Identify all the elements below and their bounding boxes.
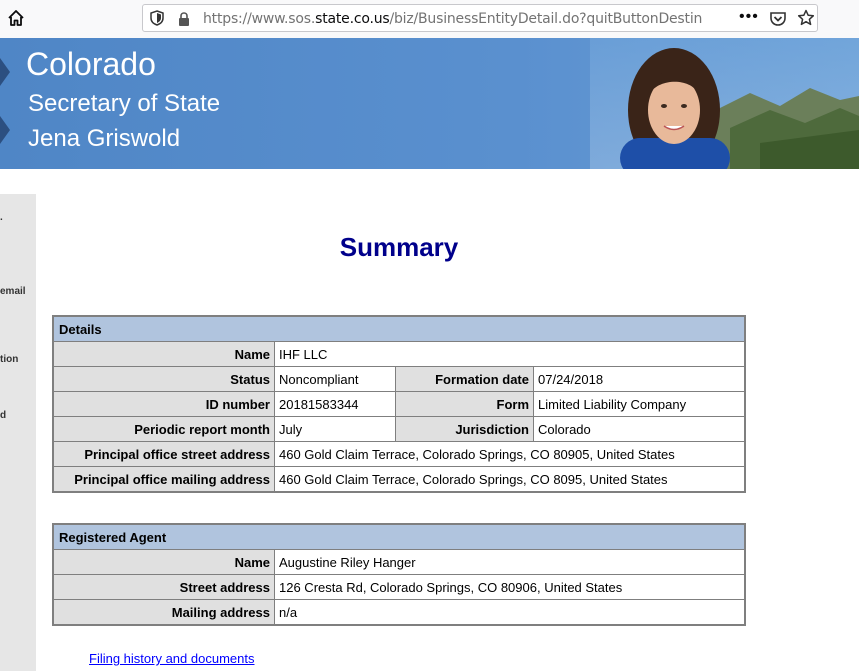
- sidebar-item-4[interactable]: d: [0, 410, 6, 421]
- agent-mailing-value: n/a: [274, 599, 746, 626]
- periodic-report-value: July: [274, 416, 396, 442]
- formation-date-label: Formation date: [395, 366, 534, 392]
- browser-toolbar: https://www.sos.state.co.us/biz/Business…: [0, 0, 859, 39]
- mailing-address-label: Principal office mailing address: [52, 466, 275, 493]
- banner-official-name: Jena Griswold: [28, 125, 181, 152]
- agent-name-value: Augustine Riley Hanger: [274, 549, 746, 575]
- status-value: Noncompliant: [274, 366, 396, 392]
- left-sidebar: . email tion d: [0, 194, 36, 671]
- form-value: Limited Liability Company: [533, 391, 746, 417]
- banner-decoration: [0, 58, 10, 144]
- address-bar[interactable]: https://www.sos.state.co.us/biz/Business…: [142, 4, 818, 32]
- form-label: Form: [395, 391, 534, 417]
- page-title: Summary: [339, 232, 459, 262]
- formation-date-value: 07/24/2018: [533, 366, 746, 392]
- mailing-address-value: 460 Gold Claim Terrace, Colorado Springs…: [274, 466, 746, 493]
- sidebar-item-1[interactable]: .: [0, 212, 3, 223]
- bookmark-star-icon[interactable]: [797, 9, 815, 27]
- home-icon[interactable]: [6, 8, 26, 28]
- banner-office-name: Secretary of State: [28, 90, 221, 117]
- sidebar-item-3[interactable]: tion: [0, 354, 18, 365]
- id-number-label: ID number: [52, 391, 275, 417]
- registered-agent-header: Registered Agent: [52, 523, 746, 550]
- details-table: Details Name IHF LLC Status Noncompliant…: [52, 315, 746, 493]
- agent-name-label: Name: [52, 549, 275, 575]
- name-label: Name: [52, 341, 275, 367]
- periodic-report-label: Periodic report month: [52, 416, 275, 442]
- street-address-label: Principal office street address: [52, 441, 275, 467]
- sidebar-item-email[interactable]: email: [0, 286, 26, 297]
- agent-mailing-label: Mailing address: [52, 599, 275, 626]
- agent-street-label: Street address: [52, 574, 275, 600]
- street-address-value: 460 Gold Claim Terrace, Colorado Springs…: [274, 441, 746, 467]
- header-banner: Colorado Secretary of State Jena Griswol…: [0, 38, 859, 169]
- details-header: Details: [52, 315, 746, 342]
- banner-state-name: Colorado: [26, 46, 156, 82]
- status-label: Status: [52, 366, 275, 392]
- url-domain: state.co.us: [315, 11, 390, 27]
- page-actions-menu-icon[interactable]: •••: [739, 8, 759, 26]
- id-number-value: 20181583344: [274, 391, 396, 417]
- jurisdiction-value: Colorado: [533, 416, 746, 442]
- registered-agent-table: Registered Agent Name Augustine Riley Ha…: [52, 523, 746, 626]
- pocket-icon[interactable]: [769, 10, 787, 28]
- agent-street-value: 126 Cresta Rd, Colorado Springs, CO 8090…: [274, 574, 746, 600]
- jurisdiction-label: Jurisdiction: [395, 416, 534, 442]
- filing-history-link[interactable]: Filing history and documents: [89, 651, 254, 666]
- shield-icon[interactable]: [150, 10, 164, 26]
- official-portrait: [590, 38, 859, 169]
- entity-name: IHF LLC: [274, 341, 746, 367]
- lock-icon[interactable]: [177, 11, 191, 27]
- url-text[interactable]: https://www.sos.state.co.us/biz/Business…: [203, 11, 703, 27]
